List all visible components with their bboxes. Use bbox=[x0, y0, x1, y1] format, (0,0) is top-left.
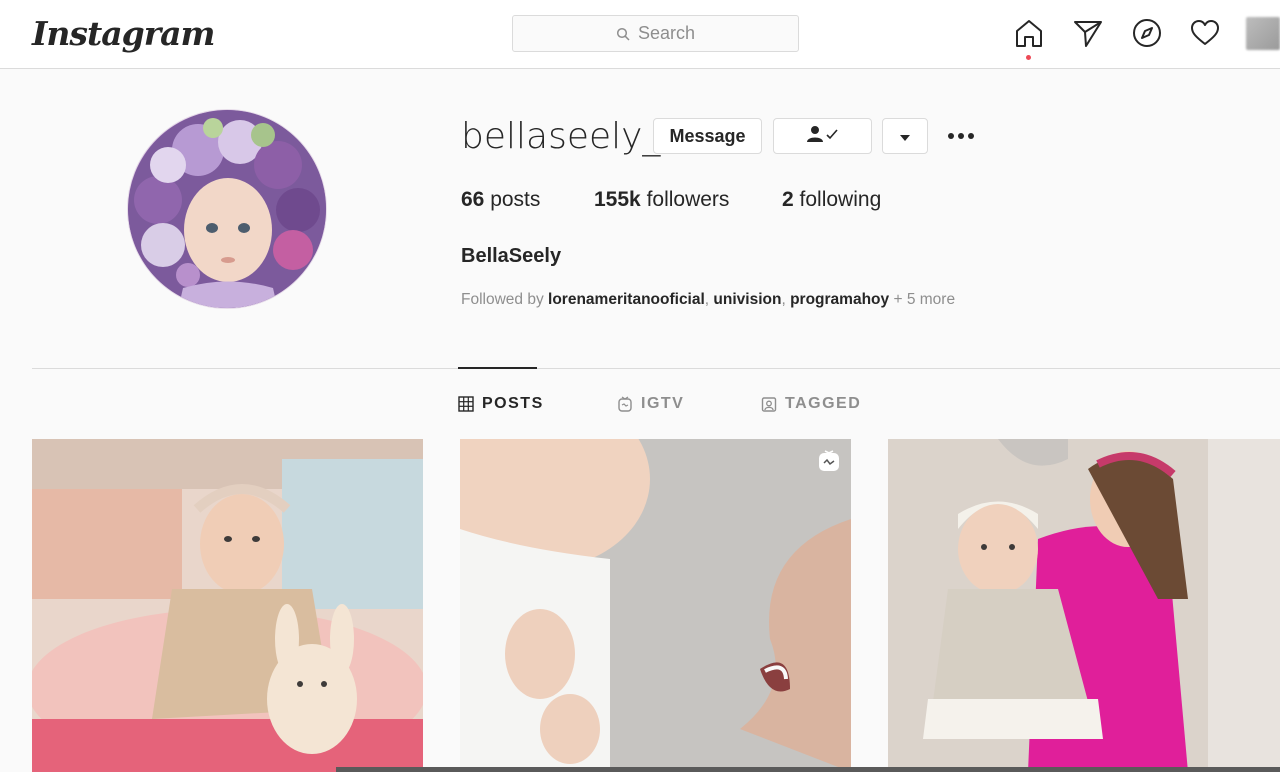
caret-down-icon bbox=[899, 126, 911, 147]
followed-by-account[interactable]: programahoy bbox=[790, 291, 889, 308]
followed-by-account[interactable]: univision bbox=[713, 291, 781, 308]
tabs-divider bbox=[32, 368, 1280, 369]
grid-icon bbox=[458, 396, 474, 412]
followed-by-account[interactable]: lorenameritanooficial bbox=[548, 291, 705, 308]
igtv-icon bbox=[617, 396, 633, 412]
post-thumbnail[interactable] bbox=[460, 439, 851, 772]
profile-full-name: BellaSeely bbox=[461, 245, 562, 267]
suggested-dropdown-button[interactable] bbox=[882, 118, 928, 154]
search-input[interactable]: Search bbox=[512, 15, 799, 52]
igtv-badge-icon bbox=[817, 449, 841, 473]
post-thumbnail[interactable] bbox=[888, 439, 1280, 772]
following-status-button[interactable] bbox=[773, 118, 872, 154]
followed-by-text: Followed by lorenameritanooficial, univi… bbox=[461, 291, 956, 308]
activity-icon[interactable] bbox=[1189, 17, 1221, 49]
top-navigation-bar: Instagram Search bbox=[0, 0, 1280, 69]
home-icon[interactable] bbox=[1013, 17, 1045, 49]
posts-count: 66 posts bbox=[461, 188, 541, 211]
tab-tagged[interactable]: TAGGED bbox=[761, 394, 861, 414]
user-check-icon bbox=[806, 125, 840, 148]
profile-avatar[interactable] bbox=[127, 109, 327, 309]
profile-username: bellaseely_ bbox=[461, 116, 661, 157]
horizontal-scrollbar[interactable] bbox=[336, 767, 1280, 772]
notification-dot bbox=[1026, 55, 1031, 60]
more-options-icon[interactable] bbox=[945, 118, 977, 154]
explore-icon[interactable] bbox=[1131, 17, 1163, 49]
instagram-logo[interactable]: Instagram bbox=[32, 10, 215, 58]
tab-igtv[interactable]: IGTV bbox=[617, 394, 684, 414]
direct-icon[interactable] bbox=[1072, 17, 1104, 49]
tagged-icon bbox=[761, 396, 777, 412]
followed-by-more[interactable]: + 5 more bbox=[893, 291, 955, 308]
search-icon bbox=[616, 27, 630, 41]
post-thumbnail[interactable] bbox=[32, 439, 423, 772]
active-tab-indicator bbox=[458, 367, 537, 369]
tab-posts[interactable]: POSTS bbox=[458, 394, 544, 414]
followers-count[interactable]: 155k followers bbox=[594, 188, 729, 212]
message-button[interactable]: Message bbox=[653, 118, 762, 154]
search-placeholder: Search bbox=[637, 23, 696, 43]
following-count[interactable]: 2 following bbox=[782, 188, 881, 212]
profile-avatar-nav[interactable] bbox=[1246, 17, 1280, 50]
